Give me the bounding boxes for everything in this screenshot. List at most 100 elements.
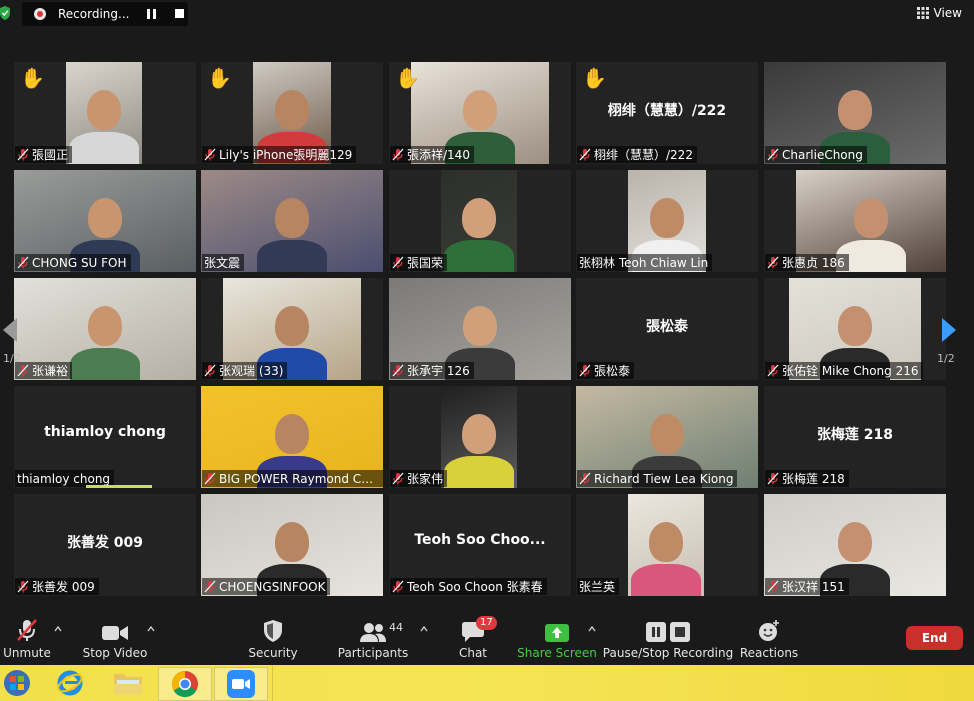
view-button[interactable]: View — [916, 6, 962, 20]
participant-name: 张惠贞 186 — [782, 256, 845, 270]
end-meeting-button[interactable]: End — [906, 626, 963, 650]
participant-display-name: 張松泰 — [646, 319, 688, 335]
participant-tile[interactable]: 張松泰 張松泰 — [576, 278, 758, 380]
participant-name: 張國正 — [32, 148, 69, 162]
taskbar-chrome[interactable] — [158, 667, 212, 701]
participant-tile[interactable]: 张承宇 126 — [389, 278, 571, 380]
participant-name: 張松泰 — [594, 364, 631, 378]
raised-hand-icon: ✋ — [20, 66, 45, 90]
microphone-muted-icon — [767, 148, 779, 161]
participant-name: 张观瑞 (33) — [219, 364, 284, 378]
unmute-button[interactable]: Unmute — [3, 612, 51, 665]
participant-tile[interactable]: CHOENGSINFOOK — [201, 494, 383, 596]
participants-label: Participants — [337, 646, 409, 660]
participant-tile[interactable]: Teoh Soo Choo... Teoh Soo Choon 张素春 — [389, 494, 571, 596]
recording-indicator: Recording... — [22, 2, 188, 26]
participant-name: 张文震 — [204, 256, 241, 270]
participants-options-chevron-icon[interactable] — [420, 626, 428, 632]
participant-tile[interactable]: 张梅莲 218 张梅莲 218 — [764, 386, 946, 488]
participant-face — [275, 522, 309, 562]
participant-name-label: 張添祥/140 — [390, 146, 474, 163]
participant-name: Teoh Soo Choon 张素春 — [407, 580, 543, 594]
participant-tile[interactable]: 张文震 — [201, 170, 383, 272]
participant-tile[interactable]: CHONG SU FOH — [14, 170, 196, 272]
microphone-muted-icon — [17, 364, 29, 377]
participant-name-label: Lily's iPhone張明麗129 — [202, 146, 357, 163]
participant-body — [70, 348, 140, 380]
participant-tile[interactable]: 张佑铨 Mike Chong 216 — [764, 278, 946, 380]
participant-tile[interactable]: 张家伟 — [389, 386, 571, 488]
participant-tile[interactable]: 张惠贞 186 — [764, 170, 946, 272]
participant-face — [275, 198, 309, 238]
participant-display-name: Teoh Soo Choo... — [414, 532, 546, 548]
view-label: View — [933, 6, 962, 20]
participant-name-label: CHONG SU FOH — [15, 254, 131, 271]
participant-video — [628, 494, 704, 596]
taskbar-zoom[interactable] — [214, 667, 268, 701]
participant-name: BIG POWER Raymond CHO... — [219, 471, 382, 486]
participant-video — [66, 62, 142, 164]
participant-name: 张谦裕 — [32, 364, 69, 378]
participant-tile[interactable]: 张观瑞 (33) — [201, 278, 383, 380]
participant-name: 张兰英 — [579, 580, 616, 594]
participant-tile[interactable]: thiamloy chong thiamloy chong — [14, 386, 196, 488]
participant-name-label: 张汉祥 151 — [765, 578, 849, 595]
participant-tile[interactable]: 張国荣 — [389, 170, 571, 272]
participant-tile[interactable]: 张栩林 Teoh Chiaw Lin — [576, 170, 758, 272]
previous-page-icon[interactable] — [3, 318, 17, 342]
microphone-muted-icon — [767, 580, 779, 593]
participant-name-label: 张梅莲 218 — [765, 470, 849, 487]
stop-video-button[interactable]: Stop Video — [83, 612, 147, 665]
participant-name: CHOENGSINFOOK — [219, 579, 326, 594]
participant-name: 张承宇 126 — [407, 364, 470, 378]
pause-stop-recording-label: Pause/Stop Recording — [602, 646, 734, 660]
participant-name: CharlieChong — [782, 147, 863, 162]
participant-face — [87, 90, 121, 130]
security-label: Security — [248, 646, 298, 660]
participant-tile[interactable]: 张汉祥 151 — [764, 494, 946, 596]
microphone-muted-icon — [579, 472, 591, 485]
participant-tile[interactable]: CharlieChong — [764, 62, 946, 164]
taskbar-internet-explorer[interactable] — [44, 667, 96, 699]
participant-face — [463, 90, 497, 130]
share-options-chevron-icon[interactable] — [588, 626, 596, 632]
pause-stop-recording-button[interactable]: Pause/Stop Recording — [603, 612, 733, 665]
participant-tile[interactable]: ✋ Lily's iPhone張明麗129 — [201, 62, 383, 164]
raised-hand-icon: ✋ — [582, 66, 607, 90]
microphone-muted-icon — [392, 472, 404, 485]
participant-tile[interactable]: ✋ 張添祥/140 — [389, 62, 571, 164]
participant-name-label: 张善发 009 — [15, 578, 99, 595]
participant-name-label: 张承宇 126 — [390, 362, 474, 379]
pause-stop-recording-icon — [646, 622, 690, 642]
participant-tile[interactable]: Richard Tiew Lea Kiong — [576, 386, 758, 488]
participant-tile[interactable]: 张谦裕 — [14, 278, 196, 380]
participant-face — [462, 198, 496, 238]
participant-tile[interactable]: ✋ 張國正 — [14, 62, 196, 164]
start-button[interactable] — [0, 667, 34, 699]
page-indicator-left: 1/2 — [3, 352, 21, 365]
stop-recording-icon[interactable] — [175, 9, 184, 18]
microphone-muted-icon — [17, 148, 29, 161]
share-screen-button[interactable]: Share Screen — [517, 612, 597, 665]
reactions-button[interactable]: Reactions — [739, 612, 799, 665]
pause-recording-icon[interactable] — [147, 9, 156, 19]
video-options-chevron-icon[interactable] — [147, 626, 155, 632]
audio-options-chevron-icon[interactable] — [54, 626, 62, 632]
zoom-app-icon — [227, 670, 255, 698]
taskbar-file-explorer[interactable] — [102, 667, 154, 699]
next-page-icon[interactable] — [942, 318, 956, 342]
participants-button[interactable]: Participants — [338, 612, 408, 665]
chrome-browser-icon — [171, 670, 198, 698]
participant-face — [275, 306, 309, 346]
participant-display-name: thiamloy chong — [44, 424, 166, 440]
recording-label: Recording... — [58, 7, 130, 21]
participant-tile[interactable]: 张善发 009 张善发 009 — [14, 494, 196, 596]
participant-tile[interactable]: 张兰英 — [576, 494, 758, 596]
reactions-label: Reactions — [739, 646, 799, 660]
participant-name-label: BIG POWER Raymond CHO... — [202, 470, 383, 487]
microphone-muted-icon — [392, 148, 404, 161]
participant-name-label: CharlieChong — [765, 146, 867, 163]
participant-tile[interactable]: 栩绯（慧慧）/222 ✋ 栩绯（慧慧）/222 — [576, 62, 758, 164]
participant-tile[interactable]: BIG POWER Raymond CHO... — [201, 386, 383, 488]
security-button[interactable]: Security — [248, 612, 298, 665]
